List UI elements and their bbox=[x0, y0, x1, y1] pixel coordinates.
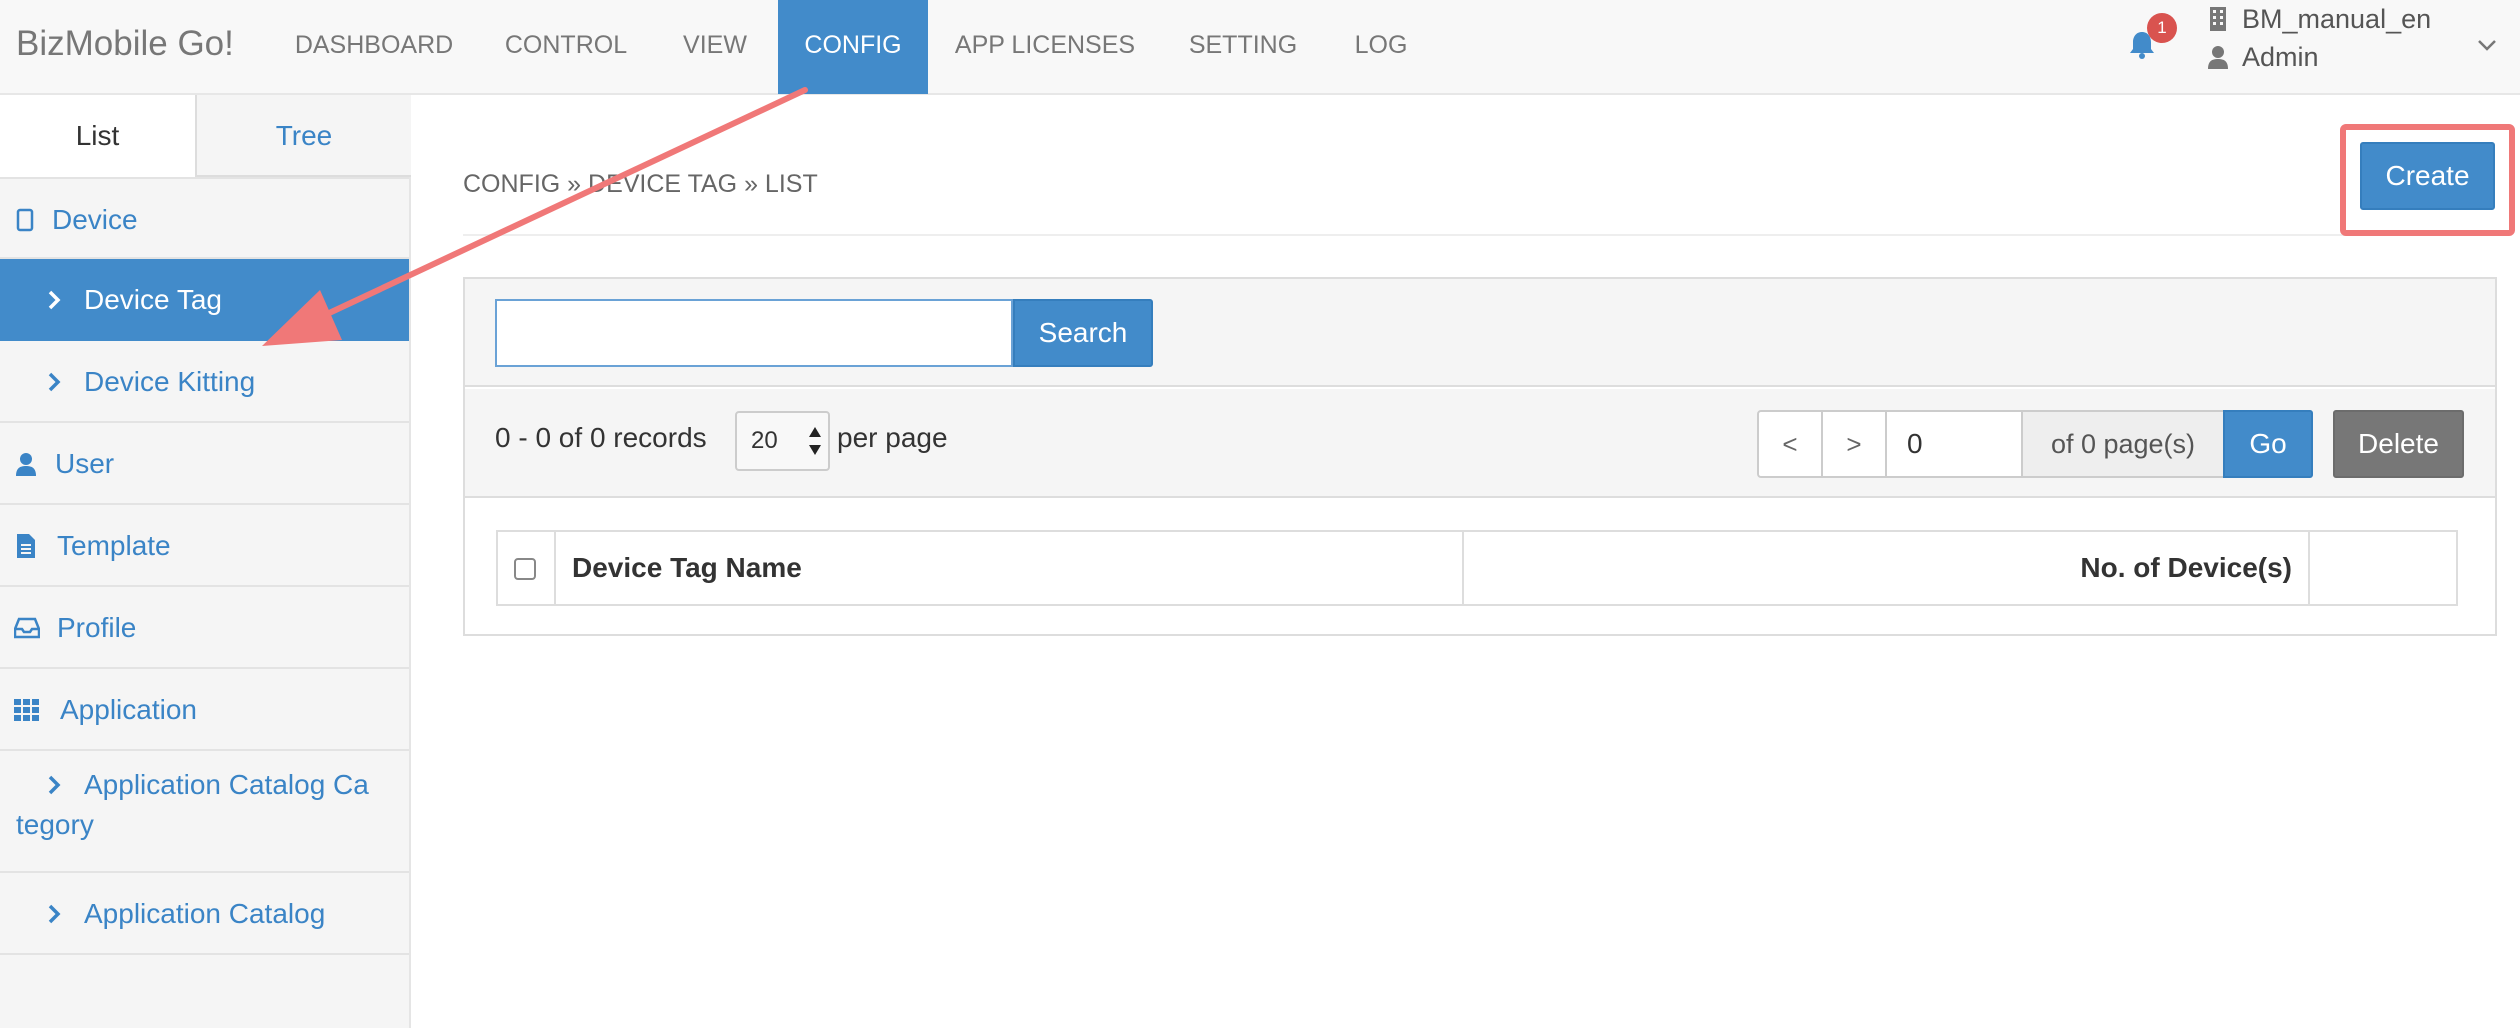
nav-tab-view[interactable]: VIEW bbox=[660, 0, 770, 94]
chevron-right-icon bbox=[48, 290, 61, 310]
user-icon bbox=[2208, 46, 2228, 69]
pagination-row: 0 - 0 of 0 records 20 per page < > of 0 … bbox=[465, 389, 2495, 498]
sidebar-item-application-catalog[interactable]: Application Catalog bbox=[0, 873, 409, 955]
sidebar-item-label: Profile bbox=[57, 612, 137, 643]
sidebar-item-label: Device Kitting bbox=[84, 366, 256, 397]
org-name: BM_manual_en bbox=[2242, 4, 2432, 34]
per-page-value: 20 bbox=[751, 427, 778, 454]
select-all-cell bbox=[498, 532, 556, 604]
sidebar-tab-list[interactable]: List bbox=[0, 95, 197, 177]
chevron-right-icon bbox=[48, 904, 61, 924]
per-page-label: per page bbox=[837, 422, 948, 453]
chevron-right-icon bbox=[48, 775, 61, 795]
sidebar-item-device-kitting[interactable]: Device Kitting bbox=[0, 341, 409, 423]
sidebar-item-label: Device Tag bbox=[84, 284, 223, 315]
user-name: Admin bbox=[2242, 42, 2319, 72]
sidebar-item-label: Application Catalog bbox=[84, 898, 326, 929]
grid-icon bbox=[14, 699, 39, 721]
sidebar-item-application[interactable]: Application bbox=[0, 669, 409, 751]
nav-tab-app-licenses[interactable]: APP LICENSES bbox=[942, 0, 1148, 94]
sidebar-item-user[interactable]: User bbox=[0, 423, 409, 505]
user-name-line[interactable]: Admin bbox=[2208, 42, 2319, 73]
sidebar-item-device[interactable]: Device bbox=[0, 177, 409, 259]
top-navbar: BizMobile Go! DASHBOARD CONTROL VIEW CON… bbox=[0, 0, 2520, 95]
go-button[interactable]: Go bbox=[2223, 410, 2313, 478]
column-header-device-tag-name[interactable]: Device Tag Name bbox=[556, 532, 1464, 604]
sidebar-item-label: Template bbox=[57, 530, 171, 561]
notification-badge: 1 bbox=[2147, 13, 2177, 43]
file-icon bbox=[17, 534, 35, 558]
delete-button[interactable]: Delete bbox=[2333, 410, 2464, 478]
chevron-down-icon[interactable] bbox=[2476, 34, 2498, 56]
nav-tab-control[interactable]: CONTROL bbox=[486, 0, 646, 94]
nav-tab-setting[interactable]: SETTING bbox=[1170, 0, 1316, 94]
nav-tab-log[interactable]: LOG bbox=[1340, 0, 1422, 94]
sidebar-item-label-line1: Application Catalog Ca bbox=[84, 769, 369, 800]
header-divider bbox=[463, 234, 2496, 236]
building-icon bbox=[2210, 7, 2226, 31]
breadcrumb: CONFIG » DEVICE TAG » LIST bbox=[463, 170, 818, 198]
search-button[interactable]: Search bbox=[1013, 299, 1153, 367]
prev-page-button[interactable]: < bbox=[1757, 410, 1823, 478]
nav-tab-dashboard[interactable]: DASHBOARD bbox=[278, 0, 470, 94]
brand-logo[interactable]: BizMobile Go! bbox=[16, 24, 234, 64]
inbox-icon bbox=[14, 617, 40, 639]
org-name-line[interactable]: BM_manual_en bbox=[2208, 4, 2431, 35]
next-page-button[interactable]: > bbox=[1821, 410, 1887, 478]
column-header-device-count[interactable]: No. of Device(s) bbox=[1464, 532, 2310, 604]
sidebar-item-label: User bbox=[55, 448, 115, 479]
sidebar-item-device-tag[interactable]: Device Tag bbox=[0, 259, 409, 341]
per-page-select[interactable]: 20 bbox=[735, 411, 830, 471]
spinner-arrows-icon bbox=[809, 427, 821, 455]
sidebar-item-label: Device bbox=[52, 204, 138, 235]
sidebar-tab-tree[interactable]: Tree bbox=[197, 95, 411, 177]
sidebar-item-label-line2: tegory bbox=[16, 809, 94, 840]
sidebar-item-label: Application bbox=[60, 694, 197, 725]
search-row: Search bbox=[465, 279, 2495, 387]
nav-tab-config[interactable]: CONFIG bbox=[778, 0, 928, 94]
select-all-checkbox[interactable] bbox=[514, 558, 536, 580]
page-number-input[interactable] bbox=[1885, 410, 2023, 478]
tablet-icon bbox=[16, 208, 34, 232]
create-button[interactable]: Create bbox=[2360, 142, 2495, 210]
sidebar-item-template[interactable]: Template bbox=[0, 505, 409, 587]
sidebar-tabs: List Tree bbox=[0, 95, 411, 177]
page-count-label: of 0 page(s) bbox=[2021, 410, 2225, 478]
device-tag-list-panel: Search 0 - 0 of 0 records 20 per page < … bbox=[463, 277, 2497, 636]
sidebar: List Tree Device Device Tag Device Kitti… bbox=[0, 95, 411, 1028]
sidebar-item-profile[interactable]: Profile bbox=[0, 587, 409, 669]
search-input[interactable] bbox=[495, 299, 1013, 367]
user-icon bbox=[16, 453, 36, 476]
device-tag-table: Device Tag Name No. of Device(s) bbox=[496, 530, 2458, 606]
sidebar-item-application-catalog-category[interactable]: Application Catalog Ca tegory bbox=[0, 751, 409, 873]
records-summary: 0 - 0 of 0 records bbox=[495, 422, 707, 453]
chevron-right-icon bbox=[48, 372, 61, 392]
